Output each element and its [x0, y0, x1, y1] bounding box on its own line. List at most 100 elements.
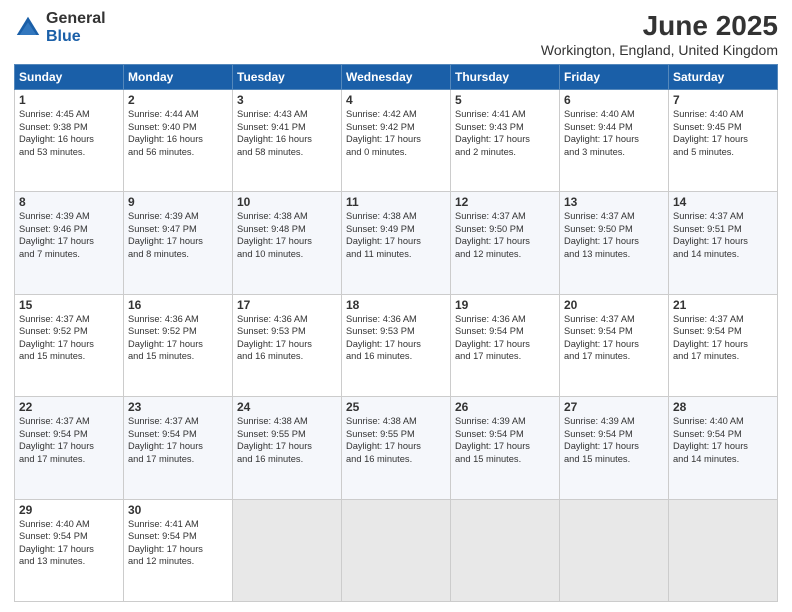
logo: General Blue — [14, 10, 106, 45]
calendar-cell: 30Sunrise: 4:41 AM Sunset: 9:54 PM Dayli… — [124, 499, 233, 601]
day-number: 14 — [673, 195, 773, 209]
day-info: Sunrise: 4:39 AM Sunset: 9:54 PM Dayligh… — [455, 415, 555, 465]
calendar-cell: 14Sunrise: 4:37 AM Sunset: 9:51 PM Dayli… — [669, 192, 778, 294]
calendar-cell: 20Sunrise: 4:37 AM Sunset: 9:54 PM Dayli… — [560, 294, 669, 396]
weekday-header-row: SundayMondayTuesdayWednesdayThursdayFrid… — [15, 65, 778, 90]
calendar-cell: 7Sunrise: 4:40 AM Sunset: 9:45 PM Daylig… — [669, 90, 778, 192]
day-number: 25 — [346, 400, 446, 414]
calendar-cell: 4Sunrise: 4:42 AM Sunset: 9:42 PM Daylig… — [342, 90, 451, 192]
day-info: Sunrise: 4:37 AM Sunset: 9:52 PM Dayligh… — [19, 313, 119, 363]
calendar-row-2: 15Sunrise: 4:37 AM Sunset: 9:52 PM Dayli… — [15, 294, 778, 396]
calendar-cell: 5Sunrise: 4:41 AM Sunset: 9:43 PM Daylig… — [451, 90, 560, 192]
logo-icon — [14, 14, 42, 42]
day-info: Sunrise: 4:37 AM Sunset: 9:50 PM Dayligh… — [564, 210, 664, 260]
day-number: 23 — [128, 400, 228, 414]
logo-blue: Blue — [46, 28, 106, 46]
day-info: Sunrise: 4:39 AM Sunset: 9:54 PM Dayligh… — [564, 415, 664, 465]
day-number: 3 — [237, 93, 337, 107]
day-info: Sunrise: 4:38 AM Sunset: 9:55 PM Dayligh… — [346, 415, 446, 465]
day-number: 26 — [455, 400, 555, 414]
weekday-header-sunday: Sunday — [15, 65, 124, 90]
day-number: 8 — [19, 195, 119, 209]
day-info: Sunrise: 4:41 AM Sunset: 9:43 PM Dayligh… — [455, 108, 555, 158]
day-number: 10 — [237, 195, 337, 209]
day-number: 16 — [128, 298, 228, 312]
calendar-cell — [560, 499, 669, 601]
day-info: Sunrise: 4:40 AM Sunset: 9:45 PM Dayligh… — [673, 108, 773, 158]
day-number: 21 — [673, 298, 773, 312]
calendar-table: SundayMondayTuesdayWednesdayThursdayFrid… — [14, 64, 778, 602]
day-info: Sunrise: 4:38 AM Sunset: 9:48 PM Dayligh… — [237, 210, 337, 260]
calendar-cell: 12Sunrise: 4:37 AM Sunset: 9:50 PM Dayli… — [451, 192, 560, 294]
calendar-cell: 26Sunrise: 4:39 AM Sunset: 9:54 PM Dayli… — [451, 397, 560, 499]
weekday-header-tuesday: Tuesday — [233, 65, 342, 90]
header: General Blue June 2025 Workington, Engla… — [14, 10, 778, 58]
day-number: 15 — [19, 298, 119, 312]
day-number: 20 — [564, 298, 664, 312]
day-number: 11 — [346, 195, 446, 209]
day-number: 29 — [19, 503, 119, 517]
calendar-cell: 6Sunrise: 4:40 AM Sunset: 9:44 PM Daylig… — [560, 90, 669, 192]
day-info: Sunrise: 4:36 AM Sunset: 9:53 PM Dayligh… — [237, 313, 337, 363]
calendar-cell: 13Sunrise: 4:37 AM Sunset: 9:50 PM Dayli… — [560, 192, 669, 294]
day-number: 27 — [564, 400, 664, 414]
day-number: 19 — [455, 298, 555, 312]
day-info: Sunrise: 4:37 AM Sunset: 9:51 PM Dayligh… — [673, 210, 773, 260]
day-number: 12 — [455, 195, 555, 209]
weekday-header-friday: Friday — [560, 65, 669, 90]
day-info: Sunrise: 4:36 AM Sunset: 9:52 PM Dayligh… — [128, 313, 228, 363]
day-number: 17 — [237, 298, 337, 312]
day-info: Sunrise: 4:43 AM Sunset: 9:41 PM Dayligh… — [237, 108, 337, 158]
calendar-cell — [669, 499, 778, 601]
calendar-cell: 15Sunrise: 4:37 AM Sunset: 9:52 PM Dayli… — [15, 294, 124, 396]
day-info: Sunrise: 4:45 AM Sunset: 9:38 PM Dayligh… — [19, 108, 119, 158]
day-number: 30 — [128, 503, 228, 517]
calendar-cell — [451, 499, 560, 601]
weekday-header-monday: Monday — [124, 65, 233, 90]
calendar-cell: 22Sunrise: 4:37 AM Sunset: 9:54 PM Dayli… — [15, 397, 124, 499]
day-number: 24 — [237, 400, 337, 414]
page: General Blue June 2025 Workington, Engla… — [0, 0, 792, 612]
day-info: Sunrise: 4:41 AM Sunset: 9:54 PM Dayligh… — [128, 518, 228, 568]
day-number: 2 — [128, 93, 228, 107]
calendar-cell: 21Sunrise: 4:37 AM Sunset: 9:54 PM Dayli… — [669, 294, 778, 396]
day-info: Sunrise: 4:37 AM Sunset: 9:54 PM Dayligh… — [673, 313, 773, 363]
day-number: 22 — [19, 400, 119, 414]
day-info: Sunrise: 4:37 AM Sunset: 9:54 PM Dayligh… — [19, 415, 119, 465]
calendar-row-0: 1Sunrise: 4:45 AM Sunset: 9:38 PM Daylig… — [15, 90, 778, 192]
calendar-cell: 28Sunrise: 4:40 AM Sunset: 9:54 PM Dayli… — [669, 397, 778, 499]
calendar-cell: 27Sunrise: 4:39 AM Sunset: 9:54 PM Dayli… — [560, 397, 669, 499]
calendar-cell: 8Sunrise: 4:39 AM Sunset: 9:46 PM Daylig… — [15, 192, 124, 294]
calendar-cell: 3Sunrise: 4:43 AM Sunset: 9:41 PM Daylig… — [233, 90, 342, 192]
day-number: 9 — [128, 195, 228, 209]
calendar-cell: 18Sunrise: 4:36 AM Sunset: 9:53 PM Dayli… — [342, 294, 451, 396]
calendar-cell: 11Sunrise: 4:38 AM Sunset: 9:49 PM Dayli… — [342, 192, 451, 294]
day-number: 1 — [19, 93, 119, 107]
calendar-cell: 16Sunrise: 4:36 AM Sunset: 9:52 PM Dayli… — [124, 294, 233, 396]
calendar-cell — [342, 499, 451, 601]
calendar-cell: 17Sunrise: 4:36 AM Sunset: 9:53 PM Dayli… — [233, 294, 342, 396]
weekday-header-thursday: Thursday — [451, 65, 560, 90]
calendar-row-4: 29Sunrise: 4:40 AM Sunset: 9:54 PM Dayli… — [15, 499, 778, 601]
logo-text: General Blue — [46, 10, 106, 45]
calendar-cell: 23Sunrise: 4:37 AM Sunset: 9:54 PM Dayli… — [124, 397, 233, 499]
calendar-cell: 1Sunrise: 4:45 AM Sunset: 9:38 PM Daylig… — [15, 90, 124, 192]
day-info: Sunrise: 4:44 AM Sunset: 9:40 PM Dayligh… — [128, 108, 228, 158]
title-block: June 2025 Workington, England, United Ki… — [541, 10, 778, 58]
day-info: Sunrise: 4:40 AM Sunset: 9:54 PM Dayligh… — [673, 415, 773, 465]
day-info: Sunrise: 4:37 AM Sunset: 9:50 PM Dayligh… — [455, 210, 555, 260]
day-number: 28 — [673, 400, 773, 414]
day-number: 13 — [564, 195, 664, 209]
day-info: Sunrise: 4:39 AM Sunset: 9:47 PM Dayligh… — [128, 210, 228, 260]
day-info: Sunrise: 4:38 AM Sunset: 9:55 PM Dayligh… — [237, 415, 337, 465]
day-info: Sunrise: 4:40 AM Sunset: 9:54 PM Dayligh… — [19, 518, 119, 568]
day-info: Sunrise: 4:36 AM Sunset: 9:54 PM Dayligh… — [455, 313, 555, 363]
calendar-cell: 10Sunrise: 4:38 AM Sunset: 9:48 PM Dayli… — [233, 192, 342, 294]
day-info: Sunrise: 4:36 AM Sunset: 9:53 PM Dayligh… — [346, 313, 446, 363]
calendar-cell — [233, 499, 342, 601]
weekday-header-wednesday: Wednesday — [342, 65, 451, 90]
day-number: 18 — [346, 298, 446, 312]
logo-general: General — [46, 10, 106, 28]
day-info: Sunrise: 4:42 AM Sunset: 9:42 PM Dayligh… — [346, 108, 446, 158]
day-number: 4 — [346, 93, 446, 107]
